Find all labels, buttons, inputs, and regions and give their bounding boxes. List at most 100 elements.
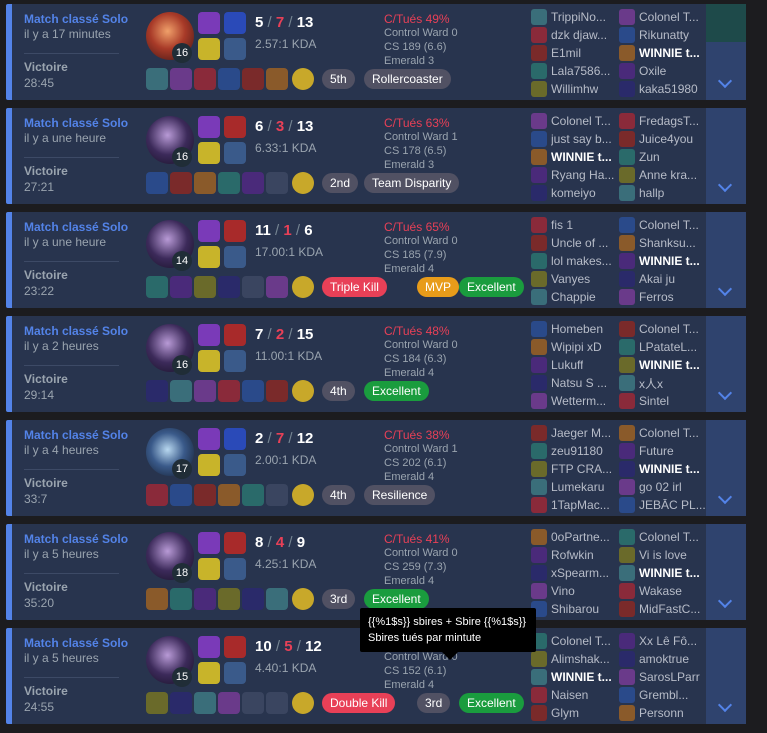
player-name[interactable]: Sintel xyxy=(639,394,669,408)
player-entry[interactable]: Lukuff xyxy=(531,356,619,374)
rune-secondary-icon[interactable] xyxy=(224,350,246,372)
player-name[interactable]: Colonel T... xyxy=(639,426,699,440)
player-entry[interactable]: just say b... xyxy=(531,130,619,148)
player-entry[interactable]: lol makes... xyxy=(531,252,619,270)
player-name[interactable]: Future xyxy=(639,444,674,458)
item-slot-icon[interactable] xyxy=(242,380,264,402)
player-name[interactable]: kaka51980 xyxy=(639,82,698,96)
rune-secondary-icon[interactable] xyxy=(224,454,246,476)
match-row[interactable]: Match classé Solo il y a 5 heures Victoire… xyxy=(6,524,746,620)
item-slot-icon[interactable] xyxy=(170,276,192,298)
player-name[interactable]: Wakase xyxy=(639,584,682,598)
player-name[interactable]: Shibarou xyxy=(551,602,599,616)
player-entry[interactable]: Vi is love xyxy=(619,546,707,564)
rune-primary-icon[interactable] xyxy=(198,142,220,164)
match-row[interactable]: Match classé Solo il y a une heure Victoir… xyxy=(6,212,746,308)
player-entry[interactable]: Future xyxy=(619,442,707,460)
player-name[interactable]: Xx Lê Fô... xyxy=(639,634,697,648)
item-slot-icon[interactable] xyxy=(218,692,240,714)
match-row[interactable]: Match classé Solo il y a 17 minutes Victoi… xyxy=(6,4,746,100)
player-entry[interactable]: komeiyo xyxy=(531,184,619,202)
rune-primary-icon[interactable] xyxy=(198,350,220,372)
player-name[interactable]: Alimshak... xyxy=(551,652,610,666)
player-entry[interactable]: Zun xyxy=(619,148,707,166)
player-entry[interactable]: LPatateL... xyxy=(619,338,707,356)
summoner-flash-icon[interactable] xyxy=(198,428,220,450)
expand-button[interactable] xyxy=(706,212,746,308)
player-name[interactable]: Wipipi xD xyxy=(551,340,602,354)
match-row[interactable]: Match classé Solo il y a une heure Victoir… xyxy=(6,108,746,204)
rune-secondary-icon[interactable] xyxy=(224,142,246,164)
player-name[interactable]: Anne kra... xyxy=(639,168,697,182)
player-entry[interactable]: Xx Lê Fô... xyxy=(619,632,707,650)
player-name[interactable]: WINNIE t... xyxy=(639,254,700,268)
player-entry[interactable]: Colonel T... xyxy=(619,8,707,26)
summoner-ignite-icon[interactable] xyxy=(224,636,246,658)
player-entry[interactable]: Vino xyxy=(531,582,619,600)
player-entry[interactable]: hallp xyxy=(619,184,707,202)
rune-primary-icon[interactable] xyxy=(198,558,220,580)
item-slot-icon[interactable] xyxy=(194,692,216,714)
share-video-icon[interactable] xyxy=(706,4,746,42)
player-entry[interactable]: Uncle of ... xyxy=(531,234,619,252)
player-name[interactable]: Rikunatty xyxy=(639,28,689,42)
player-entry[interactable]: Wipipi xD xyxy=(531,338,619,356)
player-entry[interactable]: 0oPartne... xyxy=(531,528,619,546)
player-name[interactable]: Homeben xyxy=(551,322,603,336)
player-entry[interactable]: Rofwkin xyxy=(531,546,619,564)
player-name[interactable]: Vanyes xyxy=(551,272,590,286)
player-name[interactable]: just say b... xyxy=(551,132,612,146)
item-slot-icon[interactable] xyxy=(194,588,216,610)
player-entry[interactable]: TrippiNo... xyxy=(531,8,619,26)
item-slot-icon[interactable] xyxy=(266,172,288,194)
player-entry[interactable]: dzk djaw... xyxy=(531,26,619,44)
player-entry[interactable]: JEBĀC PL... xyxy=(619,496,707,514)
player-name[interactable]: xSpearm... xyxy=(551,566,609,580)
ward-trinket-icon[interactable] xyxy=(292,172,314,194)
player-name[interactable]: Jaeger M... xyxy=(551,426,611,440)
player-entry[interactable]: Ryang Ha... xyxy=(531,166,619,184)
item-slot-icon[interactable] xyxy=(170,68,192,90)
player-entry[interactable]: Glym xyxy=(531,704,619,722)
item-slot-icon[interactable] xyxy=(242,172,264,194)
player-name[interactable]: WINNIE t... xyxy=(639,46,700,60)
ward-trinket-icon[interactable] xyxy=(292,68,314,90)
player-entry[interactable]: Alimshak... xyxy=(531,650,619,668)
item-slot-icon[interactable] xyxy=(170,588,192,610)
player-name[interactable]: Shanksu... xyxy=(639,236,696,250)
expand-button[interactable] xyxy=(706,316,746,412)
player-entry[interactable]: Homeben xyxy=(531,320,619,338)
player-entry[interactable]: Natsu S ... xyxy=(531,374,619,392)
player-entry[interactable]: 1TapMac... xyxy=(531,496,619,514)
item-slot-icon[interactable] xyxy=(266,276,288,298)
summoner-flash-icon[interactable] xyxy=(198,116,220,138)
summoner-flash-icon[interactable] xyxy=(198,636,220,658)
player-name[interactable]: WINNIE t... xyxy=(639,462,700,476)
item-slot-icon[interactable] xyxy=(146,588,168,610)
item-slot-icon[interactable] xyxy=(146,692,168,714)
rune-secondary-icon[interactable] xyxy=(224,662,246,684)
summoner-flash-icon[interactable] xyxy=(198,532,220,554)
ward-trinket-icon[interactable] xyxy=(292,276,314,298)
summoner-flash-icon[interactable] xyxy=(198,12,220,34)
item-slot-icon[interactable] xyxy=(170,380,192,402)
player-name[interactable]: lol makes... xyxy=(551,254,612,268)
player-entry[interactable]: Personn xyxy=(619,704,707,722)
rune-primary-icon[interactable] xyxy=(198,662,220,684)
player-entry[interactable]: WINNIE t... xyxy=(619,44,707,62)
player-name[interactable]: Wetterm... xyxy=(551,394,606,408)
player-name[interactable]: 0oPartne... xyxy=(551,530,610,544)
player-entry[interactable]: MidFastC... xyxy=(619,600,707,618)
player-entry[interactable]: zeu91180 xyxy=(531,442,619,460)
rune-primary-icon[interactable] xyxy=(198,246,220,268)
item-slot-icon[interactable] xyxy=(266,380,288,402)
match-row[interactable]: Match classé Solo il y a 2 heures Victoire… xyxy=(6,316,746,412)
player-name[interactable]: Natsu S ... xyxy=(551,376,607,390)
player-entry[interactable]: WINNIE t... xyxy=(619,460,707,478)
item-slot-icon[interactable] xyxy=(242,588,264,610)
player-name[interactable]: Rofwkin xyxy=(551,548,594,562)
player-name[interactable]: WINNIE t... xyxy=(551,670,612,684)
player-entry[interactable]: Colonel T... xyxy=(619,320,707,338)
expand-button[interactable] xyxy=(706,524,746,620)
summoner-flash-icon[interactable] xyxy=(198,324,220,346)
